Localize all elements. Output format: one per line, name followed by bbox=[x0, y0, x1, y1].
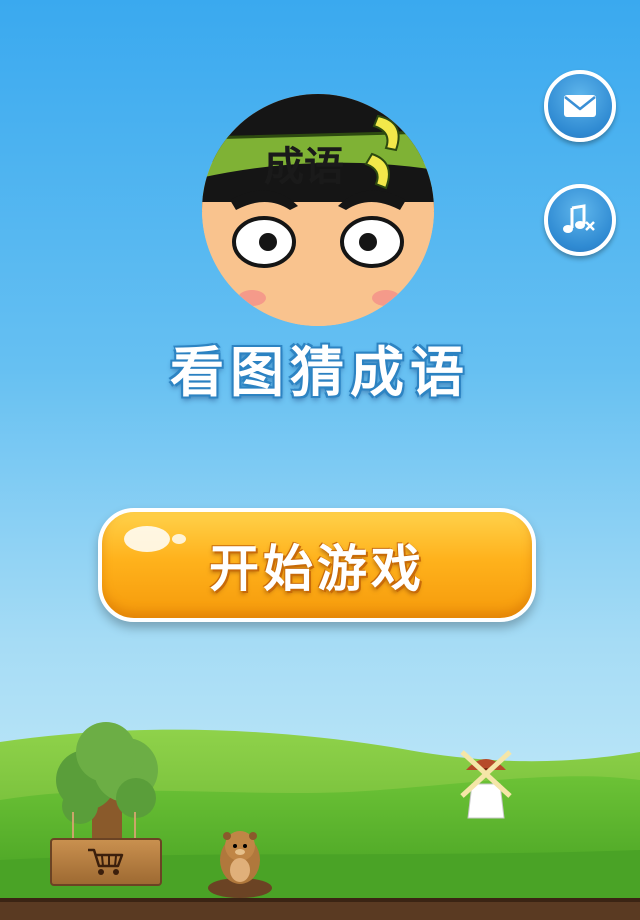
sign-rope bbox=[72, 812, 136, 838]
headband-text: 成语 bbox=[264, 144, 344, 190]
mascot-logo: 成语 bbox=[202, 94, 434, 326]
envelope-icon bbox=[564, 95, 596, 117]
shopping-cart-icon bbox=[88, 848, 124, 875]
start-game-label: 开始游戏 bbox=[209, 540, 425, 598]
start-game-button[interactable]: 开始游戏 bbox=[98, 508, 536, 622]
game-title: 看图猜成语 bbox=[170, 341, 470, 404]
music-muted-icon bbox=[563, 204, 595, 233]
button-shine bbox=[124, 526, 170, 552]
shop-sign-button[interactable] bbox=[50, 838, 162, 886]
button-shine-small bbox=[172, 534, 186, 544]
music-toggle-button[interactable] bbox=[544, 184, 616, 256]
mail-button[interactable] bbox=[544, 70, 616, 142]
